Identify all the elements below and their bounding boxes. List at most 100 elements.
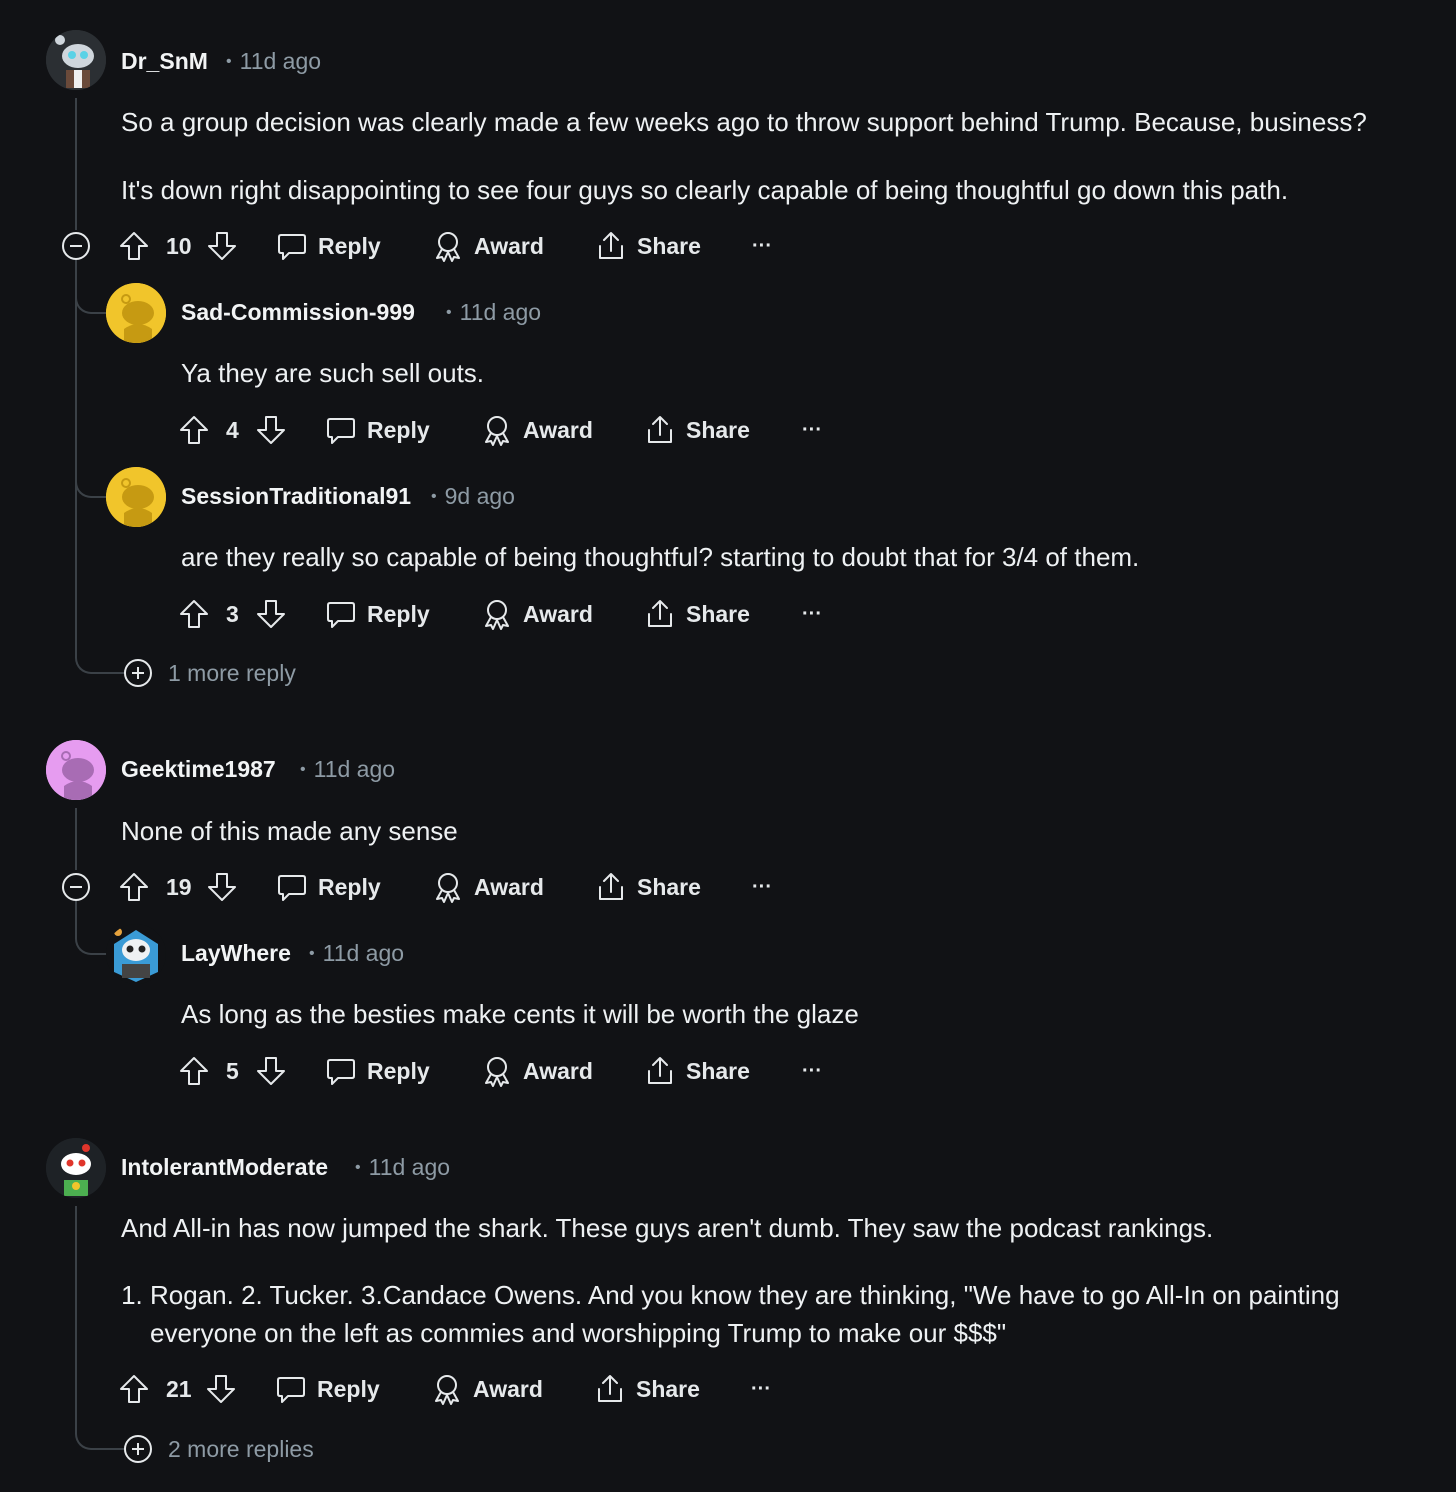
award-icon: [481, 598, 513, 630]
expand-replies-button[interactable]: [124, 659, 152, 687]
share-button[interactable]: Share: [595, 867, 701, 907]
upvote-button[interactable]: [118, 1369, 150, 1409]
downvote-button[interactable]: [255, 410, 287, 450]
more-options-button[interactable]: ···: [802, 410, 822, 450]
downvote-button[interactable]: [205, 1369, 237, 1409]
share-button[interactable]: Share: [644, 1051, 750, 1091]
comment-body: So a group decision was clearly made a f…: [121, 107, 1367, 137]
award-icon: [432, 871, 464, 903]
more-options-button[interactable]: ···: [802, 594, 822, 634]
timestamp-text: 11d ago: [239, 48, 322, 74]
list-item: Rogan. 2. Tucker. 3.Candace Owens. And y…: [150, 1276, 1431, 1352]
comment-author[interactable]: Geektime1987: [121, 756, 276, 783]
share-icon: [595, 230, 627, 262]
award-icon: [432, 230, 464, 262]
reply-icon: [325, 414, 357, 446]
comment-author[interactable]: SessionTraditional91: [181, 483, 411, 510]
more-options-button[interactable]: ···: [802, 1051, 822, 1091]
comment-body: None of this made any sense: [121, 816, 458, 846]
comment-timestamp: • 11d ago: [355, 1154, 451, 1180]
reply-button[interactable]: Reply: [276, 226, 381, 266]
downvote-button[interactable]: [206, 226, 238, 266]
avatar[interactable]: [46, 30, 106, 90]
comment-author[interactable]: Sad-Commission-999: [181, 299, 415, 326]
upvote-button[interactable]: [178, 410, 210, 450]
share-icon: [644, 414, 676, 446]
share-button[interactable]: Share: [594, 1369, 700, 1409]
comment-body: are they really so capable of being thou…: [181, 542, 1140, 572]
thread-connector: [75, 901, 109, 955]
share-button[interactable]: Share: [644, 594, 750, 634]
share-label: Share: [637, 873, 701, 900]
snoo-avatar-icon: [46, 740, 106, 800]
upvote-button[interactable]: [178, 594, 210, 634]
downvote-icon: [206, 230, 238, 262]
snoo-avatar-icon: [106, 467, 166, 527]
reply-button[interactable]: Reply: [325, 1051, 430, 1091]
reply-icon: [276, 871, 308, 903]
upvote-button[interactable]: [118, 226, 150, 266]
avatar[interactable]: [46, 1138, 106, 1198]
comment-author[interactable]: Dr_SnM: [121, 48, 208, 75]
avatar[interactable]: [46, 740, 106, 800]
more-options-button[interactable]: ···: [752, 867, 772, 907]
award-button[interactable]: Award: [481, 410, 593, 450]
reply-button[interactable]: Reply: [325, 594, 430, 634]
comment-body: As long as the besties make cents it wil…: [181, 999, 859, 1029]
downvote-icon: [205, 1373, 237, 1405]
collapse-thread-button[interactable]: [62, 873, 90, 901]
reply-label: Reply: [318, 873, 381, 900]
reply-label: Reply: [367, 416, 430, 443]
thread-line: [75, 98, 77, 230]
comment-author[interactable]: IntolerantModerate: [121, 1154, 328, 1181]
vote-count: 5: [226, 1057, 239, 1084]
award-button[interactable]: Award: [432, 867, 544, 907]
comment-timestamp: • 11d ago: [300, 756, 396, 782]
award-button[interactable]: Award: [431, 1369, 543, 1409]
comment-actions: 5 Reply Award Share ···: [178, 1051, 878, 1091]
reply-icon: [325, 1055, 357, 1087]
downvote-button[interactable]: [206, 867, 238, 907]
avatar[interactable]: [106, 924, 166, 984]
downvote-button[interactable]: [255, 1051, 287, 1091]
reply-button[interactable]: Reply: [276, 867, 381, 907]
avatar[interactable]: [106, 467, 166, 527]
reply-button[interactable]: Reply: [275, 1369, 380, 1409]
upvote-button[interactable]: [118, 867, 150, 907]
comment-author[interactable]: LayWhere: [181, 940, 291, 967]
share-button[interactable]: Share: [595, 226, 701, 266]
more-options-button[interactable]: ···: [752, 226, 772, 266]
comment-actions: 4 Reply Award Share ···: [178, 410, 878, 450]
reply-icon: [275, 1373, 307, 1405]
vote-count: 3: [226, 600, 239, 627]
comment-list: Rogan. 2. Tucker. 3.Candace Owens. And y…: [121, 1276, 1431, 1352]
comment-timestamp: • 9d ago: [431, 483, 515, 509]
award-button[interactable]: Award: [481, 1051, 593, 1091]
award-button[interactable]: Award: [481, 594, 593, 634]
downvote-icon: [255, 1055, 287, 1087]
share-label: Share: [686, 600, 750, 627]
upvote-icon: [178, 598, 210, 630]
collapse-thread-button[interactable]: [62, 232, 90, 260]
more-replies-link[interactable]: 1 more reply: [168, 660, 296, 687]
upvote-button[interactable]: [178, 1051, 210, 1091]
comment-body: And All-in has now jumped the shark. The…: [121, 1213, 1214, 1243]
more-options-button[interactable]: ···: [751, 1369, 771, 1409]
award-label: Award: [473, 1375, 543, 1402]
thread-line: [75, 808, 77, 870]
award-button[interactable]: Award: [432, 226, 544, 266]
comment-body: It's down right disappointing to see fou…: [121, 175, 1289, 205]
comment-timestamp: • 11d ago: [309, 940, 405, 966]
upvote-icon: [178, 414, 210, 446]
reply-label: Reply: [367, 600, 430, 627]
downvote-icon: [255, 598, 287, 630]
avatar[interactable]: [106, 283, 166, 343]
more-replies-link[interactable]: 2 more replies: [168, 1436, 314, 1463]
expand-replies-button[interactable]: [124, 1435, 152, 1463]
share-button[interactable]: Share: [644, 410, 750, 450]
reply-button[interactable]: Reply: [325, 410, 430, 450]
list-item-text: Rogan. 2. Tucker. 3.Candace Owens. And y…: [150, 1280, 1340, 1348]
downvote-icon: [206, 871, 238, 903]
share-icon: [644, 1055, 676, 1087]
downvote-button[interactable]: [255, 594, 287, 634]
